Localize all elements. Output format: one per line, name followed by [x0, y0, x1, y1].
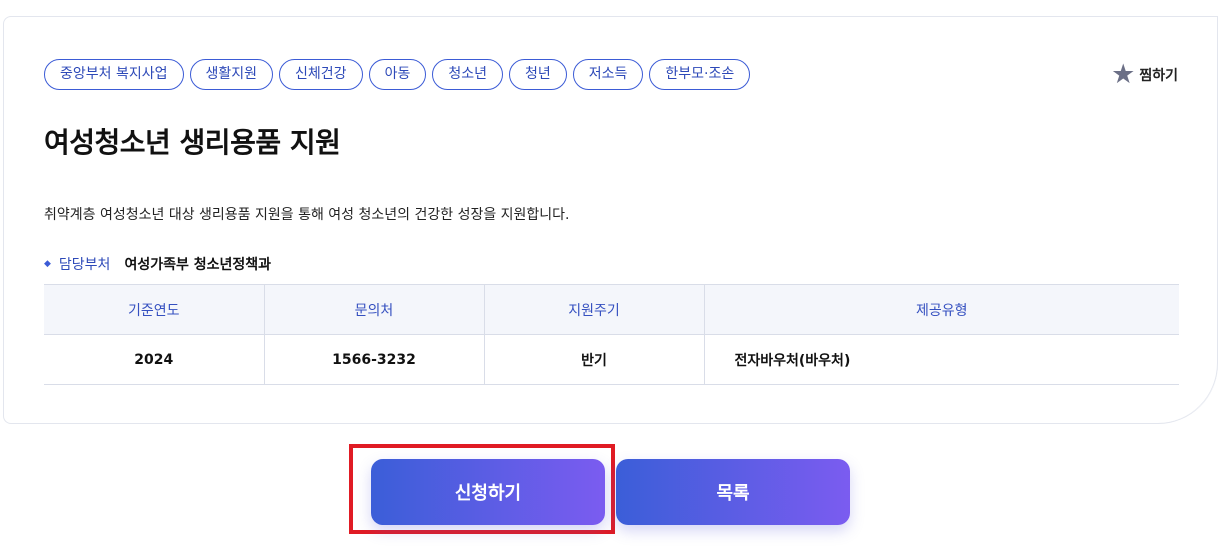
- header-year: 기준연도: [44, 284, 264, 335]
- tag-chip[interactable]: 한부모·조손: [649, 59, 751, 90]
- tag-chip[interactable]: 저소득: [572, 59, 644, 90]
- cell-type: 전자바우처(바우처): [703, 334, 1179, 385]
- cell-cycle: 반기: [483, 334, 704, 385]
- list-button[interactable]: 목록: [616, 459, 850, 525]
- page-title: 여성청소년 생리용품 지원: [44, 126, 341, 159]
- department-info: ◆ 담당부처 여성가족부 청소년정책과: [44, 254, 271, 274]
- header-type: 제공유형: [703, 284, 1179, 335]
- tag-chip[interactable]: 생활지원: [189, 59, 274, 90]
- department-value: 여성가족부 청소년정책과: [124, 257, 272, 273]
- header-cycle: 지원주기: [483, 284, 704, 335]
- favorite-button[interactable]: ★ 찜하기: [1111, 61, 1178, 88]
- cell-year: 2024: [44, 334, 264, 385]
- category-tags: 중앙부처 복지사업 생활지원 신체건강 아동 청소년 청년 저소득 한부모·조손: [44, 59, 751, 90]
- favorite-label: 찜하기: [1139, 67, 1178, 84]
- info-table: 기준연도 문의처 지원주기 제공유형 2024 1566-3232 반기 전자바…: [44, 284, 1179, 385]
- tag-chip[interactable]: 청소년: [432, 59, 503, 90]
- tag-chip[interactable]: 중앙부처 복지사업: [44, 59, 184, 90]
- star-icon: ★: [1111, 59, 1136, 90]
- service-description: 취약계층 여성청소년 대상 생리용품 지원을 통해 여성 청소년의 건강한 성장…: [44, 207, 570, 223]
- tag-chip[interactable]: 청년: [508, 59, 567, 90]
- table-header-row: 기준연도 문의처 지원주기 제공유형: [44, 284, 1179, 335]
- tag-chip[interactable]: 신체건강: [279, 59, 363, 90]
- service-detail-card: 중앙부처 복지사업 생활지원 신체건강 아동 청소년 청년 저소득 한부모·조손…: [3, 16, 1218, 424]
- diamond-bullet-icon: ◆: [44, 259, 51, 269]
- department-label: 담당부처: [58, 257, 111, 273]
- header-contact: 문의처: [263, 284, 484, 335]
- tag-chip[interactable]: 아동: [368, 59, 427, 90]
- apply-button[interactable]: 신청하기: [371, 459, 605, 525]
- table-row: 2024 1566-3232 반기 전자바우처(바우처): [44, 334, 1179, 385]
- cell-contact: 1566-3232: [263, 334, 484, 385]
